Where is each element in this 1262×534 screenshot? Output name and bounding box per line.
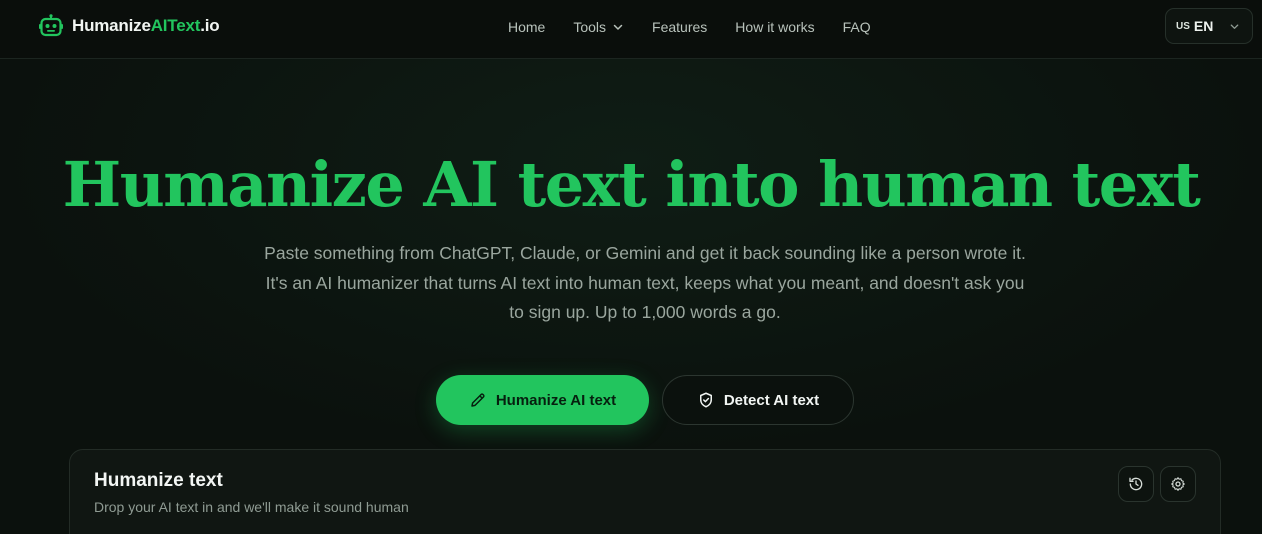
logo[interactable]: HumanizeAIText.io <box>39 14 220 38</box>
card-title: Humanize text <box>94 470 223 491</box>
language-code: EN <box>1193 18 1214 34</box>
humanize-ai-text-button[interactable]: Humanize AI text <box>436 375 649 425</box>
history-button[interactable] <box>1118 466 1154 502</box>
detect-ai-text-button[interactable]: Detect AI text <box>662 375 854 425</box>
history-icon <box>1129 477 1143 491</box>
settings-button[interactable] <box>1160 466 1196 502</box>
gear-icon <box>1171 477 1185 491</box>
logo-text: HumanizeAIText.io <box>72 16 220 35</box>
cta-row: Humanize AI text Detect AI text <box>436 375 854 425</box>
main-nav: Home Tools Features How it works FAQ <box>508 18 871 36</box>
humanize-ai-text-label: Humanize AI text <box>495 391 617 409</box>
site-header: HumanizeAIText.io Home Tools Features Ho… <box>0 0 1262 59</box>
shield-check-icon <box>699 392 712 408</box>
pencil-icon <box>471 393 485 407</box>
page: HumanizeAIText.io Home Tools Features Ho… <box>0 0 1262 534</box>
nav-features[interactable]: Features <box>652 19 707 35</box>
nav-tools[interactable]: Tools <box>573 19 624 35</box>
language-selector[interactable]: US EN <box>1165 8 1253 44</box>
humanize-card: Humanize text Drop your AI text in and w… <box>69 449 1221 534</box>
nav-home[interactable]: Home <box>508 19 545 35</box>
chevron-down-icon <box>1230 24 1239 29</box>
detect-ai-text-label: Detect AI text <box>723 391 820 409</box>
hero-subtitle: Paste something from ChatGPT, Claude, or… <box>264 243 1026 322</box>
language-flag: US <box>1176 20 1190 32</box>
chevron-down-icon <box>613 24 623 30</box>
hero-title: Humanize AI text into human text <box>62 148 1201 221</box>
nav-how-it-works[interactable]: How it works <box>735 19 814 35</box>
nav-faq[interactable]: FAQ <box>843 19 871 35</box>
robot-icon <box>39 14 63 37</box>
card-subtitle: Drop your AI text in and we'll make it s… <box>94 499 409 515</box>
